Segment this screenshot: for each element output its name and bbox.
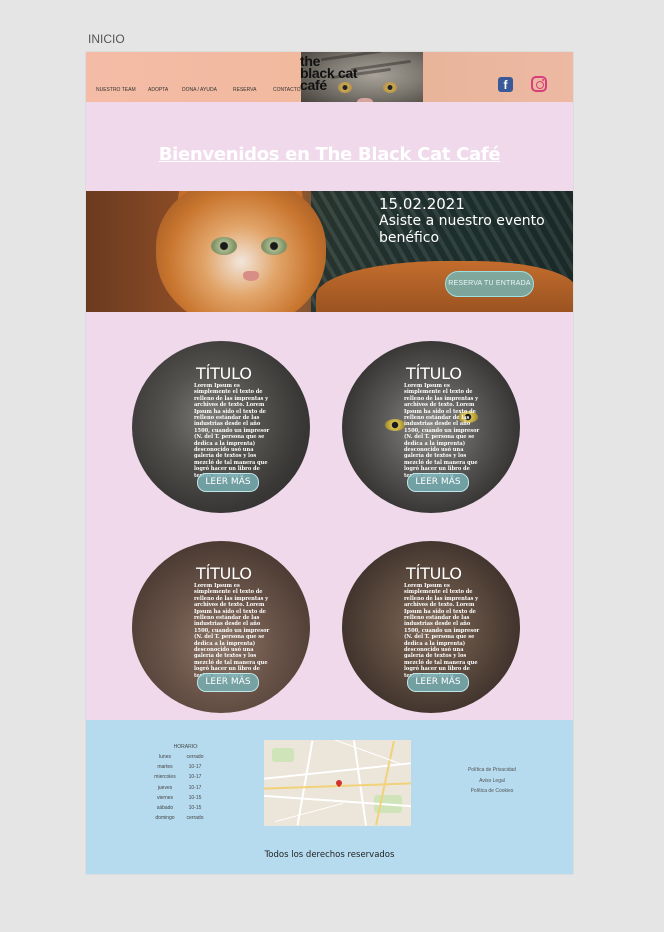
card-body: Lorem Ipsum es simplemente el texto de r…: [404, 583, 480, 679]
card-body: Lorem Ipsum es simplemente el texto de r…: [404, 383, 480, 479]
card-body: Lorem Ipsum es simplemente el texto de r…: [194, 583, 270, 679]
card-title: TÍTULO: [196, 564, 252, 583]
hours-row: miercoles 10-17: [154, 774, 202, 781]
privacy-policy-link[interactable]: Política de Privacidad: [451, 765, 533, 776]
legal-notice-link[interactable]: Aviso Legal: [451, 776, 533, 787]
read-more-button[interactable]: LEER MÁS: [407, 673, 469, 692]
page-label: INICIO: [88, 32, 125, 46]
article-card: TÍTULO Lorem Ipsum es simplemente el tex…: [132, 541, 310, 713]
read-more-button[interactable]: LEER MÁS: [197, 473, 259, 492]
hours-title: HORARIO:: [173, 744, 199, 750]
welcome-heading: Bienvenidos en The Black Cat Café: [158, 144, 501, 165]
legal-links: Política de Privacidad Aviso Legal Polít…: [451, 765, 533, 797]
opening-hours: HORARIO: lunes cerrado martes 10-17 mierco…: [150, 744, 240, 825]
copyright-text: Todos los derechos reservados: [264, 850, 395, 860]
read-more-button[interactable]: LEER MÁS: [197, 673, 259, 692]
nav-link-nuestro-team[interactable]: NUESTRO TEAM: [96, 87, 148, 93]
location-map[interactable]: [264, 740, 411, 826]
hours-row: sábado 10-15: [156, 804, 202, 811]
hours-row: lunes cerrado: [159, 754, 204, 760]
cookies-policy-link[interactable]: Política de Cookies: [451, 786, 533, 797]
site-mockup: the black cat café NUESTRO TEAM ADOPTA D…: [86, 52, 573, 874]
article-card: TÍTULO Lorem Ipsum es simplemente el tex…: [342, 541, 520, 713]
event-banner: 15.02.2021 Asiste a nuestro evento benéf…: [86, 191, 573, 312]
site-header: the black cat café NUESTRO TEAM ADOPTA D…: [86, 52, 573, 102]
nav-link-contacto[interactable]: CONTACTO: [273, 87, 313, 93]
event-text: Asiste a nuestro evento benéfico: [379, 213, 545, 246]
nav-link-reserva[interactable]: RESERVA: [233, 87, 273, 93]
hours-row: martes 10-17: [157, 764, 202, 771]
banner-cat-photo: [156, 191, 326, 312]
main-nav: NUESTRO TEAM ADOPTA DONA / AYUDA RESERVA…: [96, 87, 313, 93]
hours-row: domingo cerrado: [155, 815, 204, 822]
nav-link-adopta[interactable]: ADOPTA: [148, 87, 182, 93]
event-date: 15.02.2021: [379, 195, 465, 213]
card-title: TÍTULO: [196, 364, 252, 383]
article-card: TÍTULO Lorem Ipsum es simplemente el tex…: [342, 341, 520, 513]
facebook-icon[interactable]: f: [498, 77, 513, 92]
card-title: TÍTULO: [406, 564, 462, 583]
reserve-ticket-button[interactable]: RESERVA TU ENTRADA: [445, 271, 534, 297]
card-body: Lorem Ipsum es simplemente el texto de r…: [194, 383, 270, 479]
nav-link-dona-ayuda[interactable]: DONA / AYUDA: [182, 87, 233, 93]
card-title: TÍTULO: [406, 364, 462, 383]
hours-row: jueves 10-17: [157, 784, 202, 791]
article-card: TÍTULO Lorem Ipsum es simplemente el tex…: [132, 341, 310, 513]
instagram-icon[interactable]: [531, 76, 547, 92]
hours-row: viernes 10-15: [156, 794, 202, 801]
brand-logo[interactable]: the black cat café: [300, 54, 370, 92]
site-footer: HORARIO: lunes cerrado martes 10-17 mierco…: [86, 720, 573, 874]
read-more-button[interactable]: LEER MÁS: [407, 473, 469, 492]
